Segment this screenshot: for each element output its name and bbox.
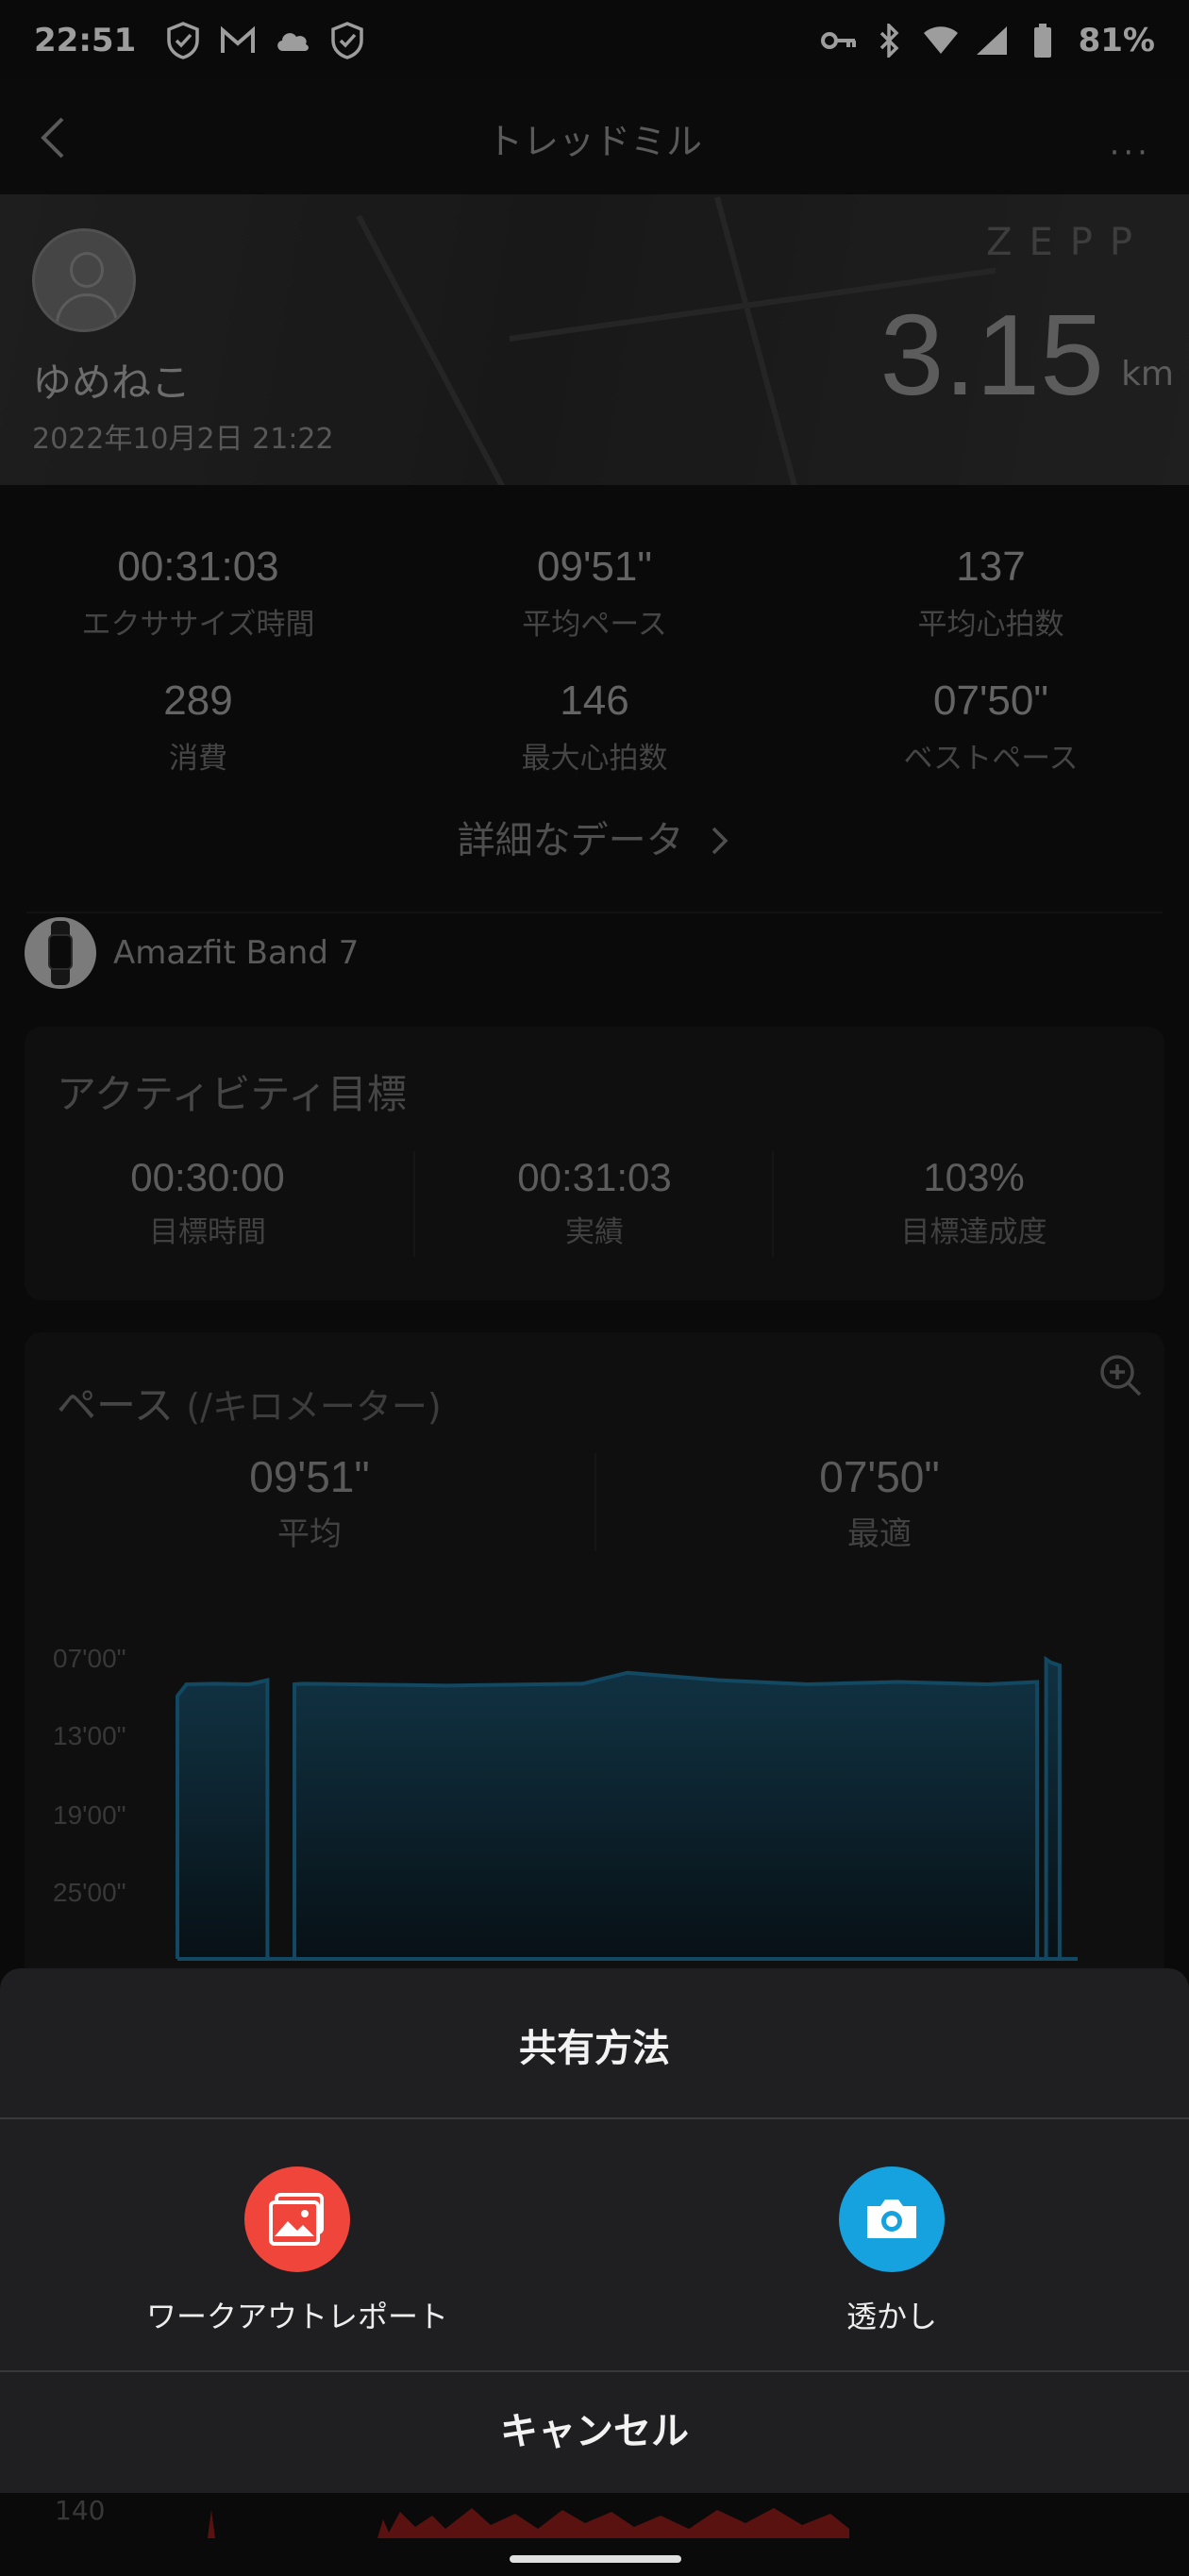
share-option-label: ワークアウトレポート: [145, 2299, 448, 2334]
share-option-label: 透かし: [846, 2299, 937, 2334]
share-workout-report-button[interactable]: ワークアウトレポート: [99, 2166, 495, 2336]
camera-icon: [839, 2166, 945, 2272]
share-bottom-sheet: 共有方法 ワークアウトレポート 透かし キャンセル: [0, 1968, 1189, 2493]
divider: [0, 2117, 1189, 2119]
home-indicator[interactable]: [510, 2555, 681, 2563]
cancel-button[interactable]: キャンセル: [0, 2370, 1189, 2493]
share-sheet-title: 共有方法: [519, 2027, 670, 2070]
image-icon: [244, 2166, 350, 2272]
share-watermark-button[interactable]: 透かし: [694, 2166, 1090, 2336]
